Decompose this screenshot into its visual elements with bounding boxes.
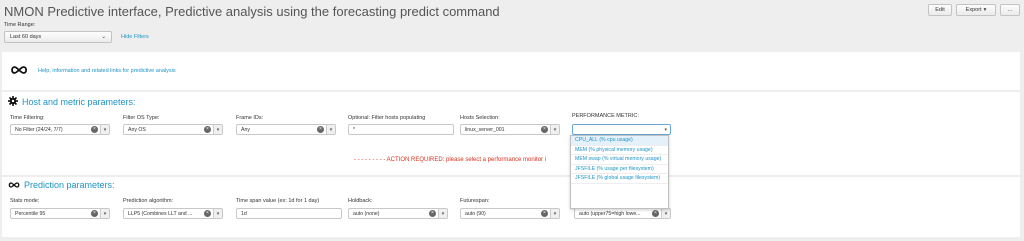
chevron-down-icon: ▾: [664, 126, 667, 133]
metric-option[interactable]: JFSFILE (% global usage filesystem): [571, 174, 668, 184]
clear-icon[interactable]: ×: [541, 126, 548, 133]
chevron-down-icon[interactable]: ▾: [550, 209, 559, 218]
futurespan-label: Futurespan:: [460, 198, 490, 204]
edit-button[interactable]: Edit: [928, 4, 952, 16]
filter-hosts-input[interactable]: *: [348, 124, 454, 135]
time-filtering-value: No Filter (24/24, 7/7): [15, 126, 63, 133]
prediction-section-title-text: Prediction parameters:: [24, 180, 115, 190]
chevron-down-icon: ⌄: [101, 34, 106, 40]
frame-ids-select[interactable]: Any × ▾: [236, 124, 336, 135]
os-type-select[interactable]: Any OS × ▾: [123, 124, 223, 135]
stats-mode-select[interactable]: Percentile 95 × ▾: [10, 208, 110, 219]
stats-mode-label: Stats mode:: [10, 198, 40, 204]
metric-option[interactable]: MEM (% physical memory usage): [571, 146, 668, 156]
host-section-title-text: Host and metric parameters:: [22, 97, 136, 107]
futurespan-value: auto (90): [465, 210, 486, 217]
chevron-down-icon[interactable]: ▾: [661, 209, 670, 218]
time-span-label: Time span value (ex: 1d for 1 day): [236, 198, 320, 204]
clear-icon[interactable]: ×: [652, 210, 659, 217]
action-required-message: - - - - - - - - - ACTION REQUIRED: pleas…: [354, 157, 547, 163]
help-panel: Help, information and related links for …: [2, 52, 1020, 90]
time-filtering-select[interactable]: No Filter (24/24, 7/7) × ▾: [10, 124, 110, 135]
clear-icon[interactable]: ×: [204, 210, 211, 217]
filter-hosts-label: Optional: Filter hosts populating: [348, 115, 426, 121]
export-button[interactable]: Export ▾: [956, 4, 996, 16]
time-range-select[interactable]: Last 60 days ⌄: [4, 31, 112, 43]
page-title: NMON Predictive interface, Predictive an…: [4, 4, 500, 19]
time-span-input[interactable]: 1d: [236, 208, 342, 219]
clear-icon[interactable]: ×: [541, 210, 548, 217]
os-type-label: Filter OS Type:: [123, 115, 160, 121]
clear-icon[interactable]: ×: [429, 210, 436, 217]
chevron-down-icon[interactable]: ▾: [213, 125, 222, 134]
metric-option[interactable]: JFSFILE (% usage per filesystem): [571, 165, 668, 175]
frame-ids-label: Frame IDs:: [236, 115, 264, 121]
chevron-down-icon[interactable]: ▾: [100, 209, 109, 218]
infinity-icon: [8, 180, 20, 190]
performance-metric-menu: CPU_ALL (% cpu usage) MEM (% physical me…: [570, 135, 669, 209]
clear-icon[interactable]: ×: [204, 126, 211, 133]
prediction-algorithm-select[interactable]: LLP5 (Combines LLT and ... × ▾: [123, 208, 223, 219]
host-metric-panel: Host and metric parameters: Time Filteri…: [2, 92, 1020, 175]
frame-ids-value: Any: [241, 126, 250, 133]
holdback-label: Holdback:: [348, 198, 373, 204]
prediction-algorithm-value: LLP5 (Combines LLT and ...: [128, 210, 193, 217]
time-range-label: Time Range:: [4, 22, 36, 28]
holdback-value: auto (none): [353, 210, 380, 217]
metric-option[interactable]: CPU_ALL (% cpu usage): [571, 136, 668, 146]
hosts-selection-select[interactable]: linux_server_001 × ▾: [460, 124, 560, 135]
hide-filters-link[interactable]: Hide Filters: [121, 34, 149, 40]
metric-option[interactable]: MEM swap (% virtual memory usage): [571, 155, 668, 165]
chevron-down-icon[interactable]: ▾: [438, 209, 447, 218]
time-span-value: 1d: [241, 210, 247, 217]
clear-icon[interactable]: ×: [91, 126, 98, 133]
os-type-value: Any OS: [128, 126, 146, 133]
performance-metric-label: PERFORMANCE METRIC:: [572, 113, 639, 119]
futurespan-select[interactable]: auto (90) × ▾: [460, 208, 560, 219]
confidence-value: auto (upper75=high lowe...: [579, 210, 641, 217]
gear-icon: [8, 96, 18, 108]
chevron-down-icon[interactable]: ▾: [550, 125, 559, 134]
infinity-icon: [10, 66, 28, 76]
hosts-selection-label: Hosts Selection:: [460, 115, 500, 121]
export-label: Export: [965, 7, 982, 13]
clear-icon[interactable]: ×: [91, 210, 98, 217]
prediction-algorithm-label: Prediction algorithm:: [123, 198, 174, 204]
chevron-down-icon: ▾: [983, 7, 987, 13]
chevron-down-icon[interactable]: ▾: [100, 125, 109, 134]
hosts-selection-value: linux_server_001: [465, 126, 505, 133]
prediction-section-title: Prediction parameters:: [8, 180, 115, 190]
chevron-down-icon[interactable]: ▾: [213, 209, 222, 218]
clear-icon[interactable]: ×: [317, 126, 324, 133]
prediction-panel: Prediction parameters: Stats mode: Perce…: [2, 177, 1020, 237]
chevron-down-icon[interactable]: ▾: [326, 125, 335, 134]
filter-hosts-value: *: [353, 126, 356, 133]
more-button[interactable]: ...: [1000, 4, 1020, 16]
host-section-title: Host and metric parameters:: [8, 96, 136, 108]
time-filtering-label: Time Filtering:: [10, 115, 45, 121]
time-range-value: Last 60 days: [10, 34, 42, 40]
stats-mode-value: Percentile 95: [15, 210, 46, 217]
holdback-select[interactable]: auto (none) × ▾: [348, 208, 448, 219]
performance-metric-select[interactable]: ▾: [572, 124, 671, 135]
confidence-select[interactable]: auto (upper75=high lowe... × ▾: [574, 208, 671, 219]
help-link[interactable]: Help, information and related links for …: [38, 68, 176, 74]
